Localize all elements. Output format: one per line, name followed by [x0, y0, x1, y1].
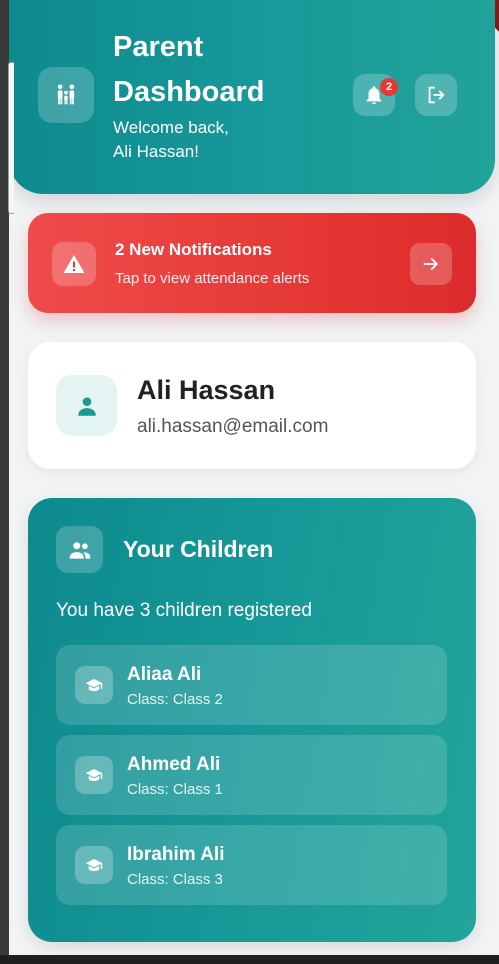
profile-name: Ali Hassan	[137, 375, 276, 405]
child-name: Ibrahim Ali	[127, 844, 225, 865]
notifications-button[interactable]: 2	[353, 74, 398, 116]
arrow-right-icon	[423, 258, 438, 270]
child-item[interactable]: Aliaa Ali Class: Class 2	[56, 645, 447, 725]
graduation-cap-icon	[75, 666, 113, 704]
page-title: Parent Dashboard	[113, 25, 333, 115]
alert-title: 2 New Notifications	[115, 240, 272, 259]
alert-subtitle: Tap to view attendance alerts	[115, 270, 310, 287]
title-line-2: Dashboard	[113, 76, 265, 108]
dashboard-header: Parent Dashboard Welcome back, Ali Hassa…	[9, 0, 495, 194]
child-name: Ahmed Ali	[127, 754, 221, 775]
side-handle[interactable]	[8, 62, 14, 214]
graduation-cap-icon	[75, 756, 113, 794]
person-icon	[56, 375, 117, 436]
children-title: Your Children	[123, 536, 274, 562]
logout-button[interactable]	[415, 74, 457, 116]
profile-card: Ali Hassan ali.hassan@email.com	[28, 342, 476, 469]
child-class: Class: Class 1	[127, 781, 223, 798]
app-screen: Parent Dashboard Welcome back, Ali Hassa…	[9, 0, 499, 955]
child-item[interactable]: Ahmed Ali Class: Class 1	[56, 735, 447, 815]
child-class: Class: Class 2	[127, 691, 223, 708]
notification-badge: 2	[380, 78, 398, 96]
title-line-1: Parent	[113, 31, 204, 63]
notification-alert-card[interactable]: 2 New Notifications Tap to view attendan…	[28, 213, 476, 313]
welcome-line-1: Welcome back,	[113, 118, 229, 137]
window-bottom-edge	[0, 955, 499, 964]
warning-icon	[52, 242, 96, 286]
logout-icon	[428, 86, 445, 104]
profile-email: ali.hassan@email.com	[137, 416, 329, 437]
child-item[interactable]: Ibrahim Ali Class: Class 3	[56, 825, 447, 905]
alert-open-button[interactable]	[410, 243, 452, 285]
children-section: Your Children You have 3 children regist…	[28, 498, 476, 942]
child-name: Aliaa Ali	[127, 664, 202, 685]
child-class: Class: Class 3	[127, 871, 223, 888]
group-icon	[56, 526, 103, 573]
welcome-line-2: Ali Hassan!	[113, 142, 199, 161]
welcome-text: Welcome back, Ali Hassan!	[113, 116, 333, 164]
children-count: You have 3 children registered	[56, 600, 312, 621]
family-icon	[38, 67, 94, 123]
graduation-cap-icon	[75, 846, 113, 884]
